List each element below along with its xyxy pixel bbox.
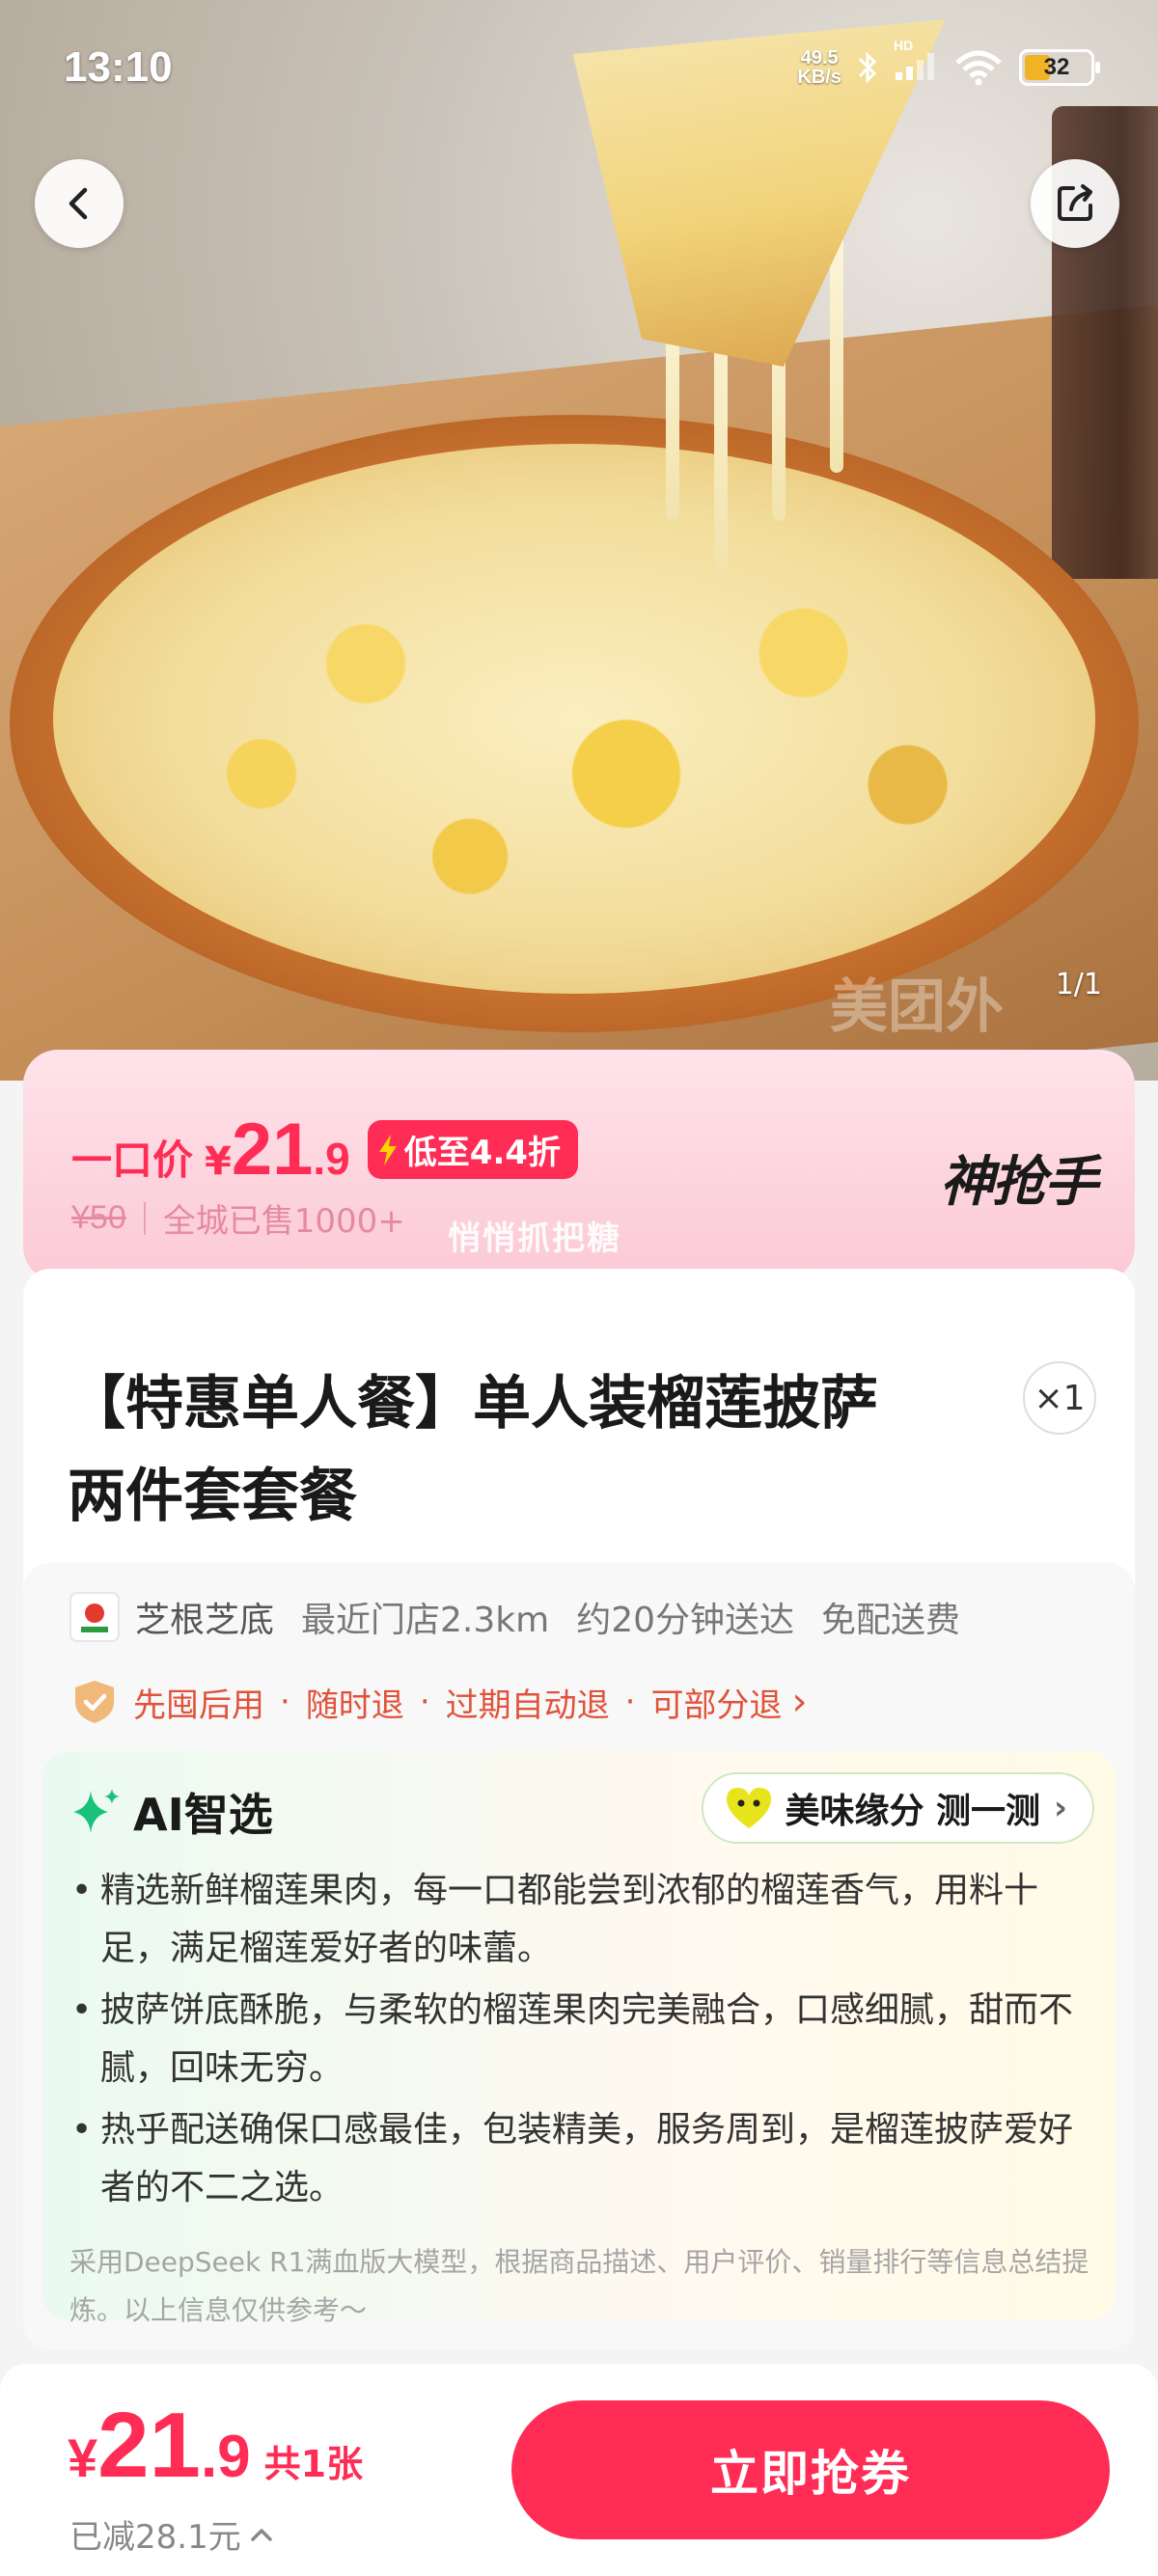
status-bar: 13:10 49.5 KB/s HD 32 (0, 0, 1158, 135)
share-icon (1058, 184, 1092, 221)
divider (143, 1201, 146, 1235)
taste-test-button[interactable]: 美味缘分 测一测 › (702, 1772, 1094, 1844)
price-currency: ¥ (205, 1139, 232, 1184)
network-tag: HD (894, 38, 914, 53)
network-speed-unit: KB/s (797, 67, 841, 88)
price-banner: 一口价 ¥ 21 .9 低至4.4折 ¥50 全城已售1000+ 悄悄抓把糖 神… (23, 1050, 1135, 1281)
quantity-badge: ×1 (1023, 1361, 1096, 1435)
deal-price: 一口价 ¥ 21 .9 低至4.4折 (71, 1108, 579, 1192)
ai-title: AI智选 (133, 1789, 273, 1841)
heart-face-icon (727, 1788, 772, 1828)
policy-item: 可部分退 (650, 1685, 783, 1725)
battery-icon: 32 (1019, 49, 1100, 86)
taste-test-label: 美味缘分 测一测 (785, 1792, 1040, 1831)
original-price: ¥50 (71, 1199, 126, 1236)
price-decimal: .9 (313, 1134, 350, 1184)
info-block: 芝根芝底 最近门店2.3km 约20分钟送达 免配送费 先囤后用 · 随时退 ·… (23, 1563, 1135, 2349)
network-speed-value: 49.5 (800, 47, 839, 69)
banner-slogan: 悄悄抓把糖 (448, 1219, 621, 1258)
delivery-time: 约20分钟送达 (576, 1601, 794, 1640)
ai-header: AI智选 (69, 1780, 273, 1844)
store-logo-icon (77, 1600, 112, 1634)
shield-check-icon (75, 1681, 114, 1723)
ai-disclaimer: 采用DeepSeek R1满血版大模型，根据商品描述、用户评价、销量排行等信息总… (69, 2246, 1089, 2326)
refund-policy-row[interactable]: 先囤后用 · 随时退 · 过期自动退 · 可部分退 › (69, 1677, 807, 1727)
discount-tag-label: 低至4.4折 (403, 1134, 562, 1172)
bluetooth-icon (858, 51, 877, 84)
lightning-icon (378, 1134, 397, 1165)
store-name: 芝根芝底 (135, 1601, 275, 1640)
chevron-left-icon (69, 187, 88, 220)
image-counter: 1/1 (1055, 968, 1102, 1001)
bottom-price: ¥ 21 .9 共1张 (68, 2393, 363, 2499)
sparkle-icon (73, 1789, 120, 1833)
product-title: 【特惠单人餐】单人装榴莲披萨 两件套套餐 (68, 1357, 936, 1543)
ai-bullet: 精选新鲜榴莲果肉，每一口都能尝到浓郁的榴莲香气，用料十足，满足榴莲爱好者的味蕾。 (71, 1862, 1085, 1978)
bottom-price-decimal: .9 (200, 2424, 251, 2490)
delivery-fee: 免配送费 (821, 1601, 961, 1640)
store-distance: 最近门店2.3km (301, 1601, 550, 1640)
policy-item: 过期自动退 (445, 1685, 610, 1725)
ai-bullet-list: 精选新鲜榴莲果肉，每一口都能尝到浓郁的榴莲香气，用料十足，满足榴莲爱好者的味蕾。… (71, 1862, 1085, 2221)
bottom-action-bar: ¥ 21 .9 共1张 已减28.1元 立即抢券 (0, 2364, 1158, 2576)
discount-tag: 低至4.4折 (367, 1120, 579, 1179)
price-integer: 21 (231, 1109, 314, 1191)
battery-level: 32 (1043, 54, 1070, 80)
coupon-count: 共1张 (263, 2443, 364, 2485)
product-image[interactable]: 13:10 49.5 KB/s HD 32 美团外 1/1 (0, 0, 1158, 1081)
policy-item: 先囤后用 (133, 1685, 264, 1725)
brand-logo: 神抢手 (940, 1151, 1098, 1214)
bottom-price-currency: ¥ (68, 2427, 98, 2488)
status-icons: 49.5 KB/s HD 32 (797, 38, 1100, 87)
chevron-right-icon: › (791, 1680, 808, 1724)
store-logo (69, 1592, 120, 1642)
price-prefix: 一口价 (71, 1137, 194, 1184)
sold-count: 全城已售1000+ (162, 1202, 405, 1241)
image-watermark: 美团外 (830, 973, 1004, 1041)
cellular-signal-icon: HD (894, 38, 938, 86)
ai-summary-box: AI智选 美味缘分 测一测 › 精选新鲜榴莲果肉，每一口都能尝到浓郁的榴莲香气，… (42, 1751, 1116, 2320)
share-button[interactable] (1031, 159, 1119, 248)
policy-item: 随时退 (305, 1685, 404, 1725)
product-title-line: 【特惠单人餐】单人装榴莲披萨 (68, 1370, 878, 1438)
chevron-right-icon: › (1053, 1789, 1067, 1827)
back-button[interactable] (35, 159, 124, 248)
chevron-up-icon (250, 2528, 272, 2541)
original-price-row: ¥50 全城已售1000+ (71, 1194, 405, 1242)
policy-separator: · (419, 1683, 430, 1721)
savings-toggle[interactable]: 已减28.1元 (69, 2510, 274, 2558)
policy-separator: · (624, 1683, 636, 1721)
ai-bullet: 热乎配送确保口感最佳，包装精美，服务周到，是榴莲披萨爱好者的不二之选。 (71, 2101, 1085, 2217)
pizza-topping-graphic (53, 444, 1095, 994)
status-time: 13:10 (64, 43, 173, 91)
store-row[interactable]: 芝根芝底 最近门店2.3km 约20分钟送达 免配送费 (69, 1592, 987, 1642)
product-card: 【特惠单人餐】单人装榴莲披萨 两件套套餐 ×1 芝根芝底 最近门店2.3km 约… (23, 1269, 1135, 2349)
policy-separator: · (280, 1683, 290, 1721)
savings-label: 已减28.1元 (69, 2518, 241, 2557)
bottom-price-integer: 21 (97, 2394, 201, 2497)
grab-coupon-button[interactable]: 立即抢券 (511, 2400, 1110, 2539)
product-title-line: 两件套套餐 (68, 1463, 357, 1530)
ai-bullet: 披萨饼底酥脆，与柔软的榴莲果肉完美融合，口感细腻，甜而不腻，回味无穷。 (71, 1982, 1085, 2097)
network-speed: 49.5 KB/s (797, 48, 841, 87)
wifi-icon (955, 50, 1002, 86)
